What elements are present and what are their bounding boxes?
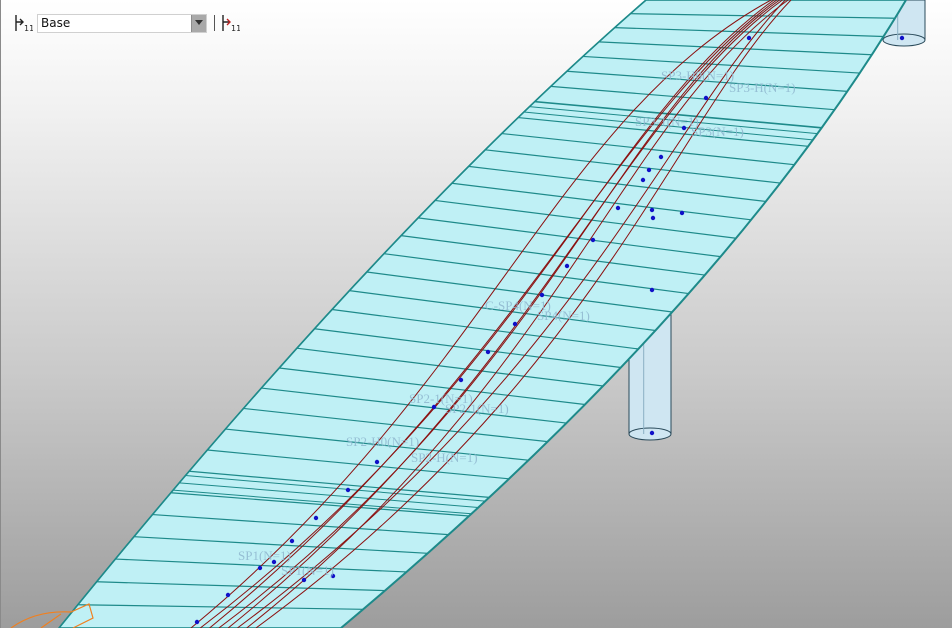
tendon-node	[746, 35, 752, 41]
chevron-down-icon[interactable]	[191, 14, 206, 32]
tendon-edit-icon[interactable]: 11	[220, 13, 241, 33]
bridge-model-scene[interactable]: SP3-H0(N=1)SP3-H(N=1)SP3-1(N=1)SP3(N=1)C…	[1, 0, 952, 628]
tendon-node	[564, 263, 570, 269]
tendon-node	[590, 237, 596, 243]
layer-dropdown[interactable]: Base	[37, 13, 207, 33]
pier-middle-base	[628, 427, 672, 441]
tendon-node	[289, 538, 295, 544]
tendon-node	[899, 35, 905, 41]
tendon-label: SP3-H0(N=1)	[661, 68, 734, 83]
svg-text:11: 11	[231, 24, 240, 33]
tendon-node	[374, 459, 380, 465]
tendon-node	[703, 95, 709, 101]
tendon-label: SP1(N=1)	[238, 548, 291, 563]
tendon-node	[257, 565, 263, 571]
tendon-label: SP2-H(N=1)	[411, 450, 478, 465]
tendon-node	[485, 349, 491, 355]
tendon-label: SP2-H0(N=1)	[346, 434, 419, 449]
tendon-label: SP3-1(N=1)	[635, 114, 699, 129]
tendon-node	[345, 487, 351, 493]
tendon-node	[512, 321, 518, 327]
svg-text:11: 11	[24, 24, 33, 33]
tendon-node	[640, 177, 646, 183]
model-3d-viewport[interactable]: SP3-H0(N=1) SP3-H(N=1) SP3-1(N=1) SP3(N=1) C…	[0, 0, 952, 628]
tendon-node	[539, 292, 545, 298]
tendon-node	[225, 592, 231, 598]
toolbar-separator	[214, 15, 215, 31]
tendon-node	[679, 210, 685, 216]
tendon-node	[649, 287, 655, 293]
tendon-node	[646, 167, 652, 173]
tendon-node	[650, 215, 656, 221]
tendon-toolbar: 11 Base 11	[13, 12, 241, 34]
layer-dropdown-value: Base	[41, 16, 71, 30]
tendon-label: SP1(N=1)	[281, 563, 334, 578]
tendon-node	[313, 515, 319, 521]
tendon-node	[458, 377, 464, 383]
tendon-node	[301, 577, 307, 583]
tendon-label: SP2-1(N=1)	[445, 401, 509, 416]
tendon-node	[649, 207, 655, 213]
tendon-label: SP4(N=1)	[537, 308, 590, 323]
pier-top-base	[882, 33, 926, 47]
tendon-node	[194, 619, 200, 625]
tendon-label: SP3(N=1)	[691, 124, 744, 139]
tendon-label: SP3-H(N=1)	[729, 80, 796, 95]
tendon-node	[658, 154, 664, 160]
tendon-node	[615, 205, 621, 211]
tendon-node	[649, 430, 655, 436]
tendon-layer-icon[interactable]: 11	[13, 13, 34, 33]
